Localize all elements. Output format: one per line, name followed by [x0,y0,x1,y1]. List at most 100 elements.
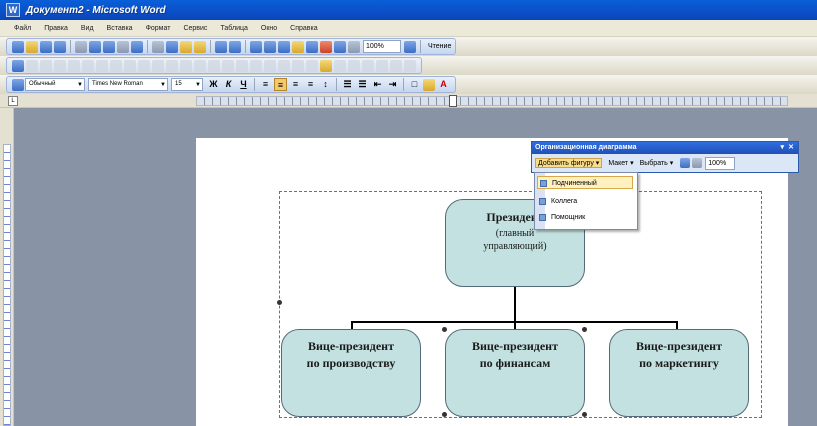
save-icon[interactable] [40,40,52,53]
org-zoom-select[interactable]: 100% [705,156,736,170]
selection-handle[interactable] [582,327,587,332]
highlight-color-icon[interactable] [423,78,435,91]
org-chart-toolbar-caption[interactable]: Организационная диаграмма ▾ ✕ [532,142,798,154]
zoom-select[interactable]: 100% [363,40,401,53]
italic-icon[interactable]: К [222,78,235,91]
menu-item-coworker[interactable]: Коллега [537,195,577,208]
tool-icon [404,59,416,72]
menu-tools[interactable]: Сервис [183,25,207,32]
align-left-icon[interactable]: ≡ [259,78,272,91]
toolbar-separator [210,40,211,53]
research-icon[interactable] [131,40,143,53]
bullets-icon[interactable]: ☰ [356,78,369,91]
ruler-indent-marker[interactable] [449,95,457,107]
redo-icon[interactable] [229,40,241,53]
tool-icon [110,59,122,72]
format-painter-icon[interactable] [194,40,206,53]
org-node-finance[interactable]: Вице-президент по финансам [445,329,585,417]
subordinate-icon [540,180,547,187]
bold-icon[interactable]: Ж [207,78,220,91]
fit-text-icon[interactable] [692,158,703,168]
tool-icon [138,59,150,72]
menu-item-subordinate[interactable]: Подчиненный [537,176,633,189]
print-preview-icon[interactable] [103,40,115,53]
insert-excel-icon[interactable] [292,40,304,53]
menu-table[interactable]: Таблица [220,25,247,32]
help-icon[interactable] [404,40,416,53]
insert-shape-menu: Подчиненный Коллега Помощник [534,172,638,230]
show-hide-icon[interactable] [348,40,360,53]
underline-icon[interactable]: Ч [237,78,250,91]
permission-icon[interactable] [54,40,66,53]
autoformat-icon[interactable] [680,158,691,168]
new-document-icon[interactable] [12,40,24,53]
justify-icon[interactable]: ≡ [304,78,317,91]
selection-handle[interactable] [582,412,587,417]
numbering-icon[interactable]: ☰ [341,78,354,91]
menu-edit[interactable]: Правка [44,25,68,32]
align-center-icon[interactable]: ≡ [274,78,287,91]
menu-window[interactable]: Окно [261,25,277,32]
font-color-icon[interactable]: A [437,78,450,91]
toolbar-options-icon[interactable]: ▾ [780,142,784,154]
copy-icon[interactable] [166,40,178,53]
drawing-icon[interactable] [320,40,332,53]
line-spacing-icon[interactable]: ↕ [319,78,332,91]
close-icon[interactable]: ✕ [788,142,794,154]
org-chart-diagram[interactable]: Президент (главный управляющий) Вице-пре… [277,191,762,418]
font-select[interactable]: Times New Roman ▼ [88,78,168,91]
word-app-icon[interactable]: W [6,3,20,17]
select-label: Выбрать [639,160,668,167]
tool-icon [348,59,360,72]
tool-icon [208,59,220,72]
read-button[interactable]: Чтение [428,43,451,50]
open-folder-icon[interactable] [26,40,38,53]
tool-icon[interactable] [12,59,24,72]
selection-handle[interactable] [442,412,447,417]
undo-icon[interactable] [215,40,227,53]
menu-item-label: Коллега [551,198,578,205]
email-icon[interactable] [75,40,87,53]
insert-shape-button[interactable]: Добавить фигуру ▾ [535,158,603,168]
paste-icon[interactable] [180,40,192,53]
vertical-ruler-strip[interactable] [3,144,11,426]
secondary-toolbar [0,56,817,75]
menu-file[interactable]: Файл [14,25,31,32]
columns-icon[interactable] [306,40,318,53]
borders-icon[interactable]: □ [408,78,421,91]
toolbar-separator [70,40,71,53]
menu-format[interactable]: Формат [146,25,171,32]
chevron-down-icon: ▼ [77,82,83,88]
menu-item-assistant[interactable]: Помощник [537,211,585,224]
select-button[interactable]: Выбрать ▾ [640,159,674,167]
cut-icon[interactable] [152,40,164,53]
tab-selector[interactable]: L [8,96,18,106]
org-node-line: Вице-президент [307,339,394,353]
increase-indent-icon[interactable]: ⇥ [386,78,399,91]
horizontal-ruler[interactable] [196,95,788,107]
tool-icon [250,59,262,72]
menu-insert[interactable]: Вставка [107,25,133,32]
font-size-select[interactable]: 15 ▼ [171,78,203,91]
menu-view[interactable]: Вид [81,25,94,32]
decrease-indent-icon[interactable]: ⇤ [371,78,384,91]
style-select[interactable]: Обычный ▼ [25,78,85,91]
document-map-icon[interactable] [334,40,346,53]
resize-handle[interactable] [277,300,282,305]
align-right-icon[interactable]: ≡ [289,78,302,91]
org-node-production[interactable]: Вице-президент по производству [281,329,421,417]
styles-pane-icon[interactable] [12,78,24,91]
menu-help[interactable]: Справка [290,25,317,32]
tables-borders-icon[interactable] [264,40,276,53]
selection-handle[interactable] [442,327,447,332]
insert-table-icon[interactable] [278,40,290,53]
tool-icon [222,59,234,72]
layout-button[interactable]: Макет ▾ [608,159,633,167]
hyperlink-icon[interactable] [250,40,262,53]
org-node-marketing[interactable]: Вице-президент по маркетингу [609,329,749,417]
tool-icon [306,59,318,72]
tool-icon [390,59,402,72]
print-icon[interactable] [89,40,101,53]
highlight-tool-icon[interactable] [320,59,332,72]
spelling-icon[interactable] [117,40,129,53]
